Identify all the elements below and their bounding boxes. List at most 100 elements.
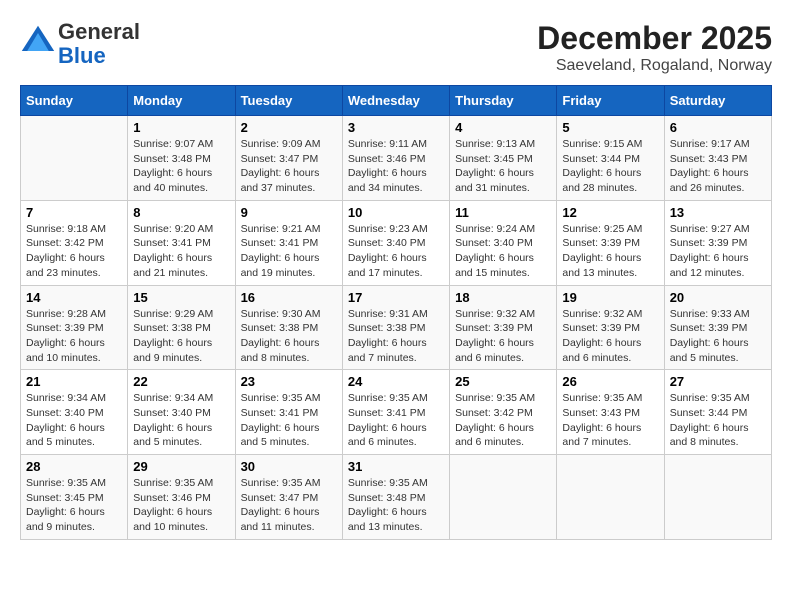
day-info: Sunrise: 9:29 AMSunset: 3:38 PMDaylight:… — [133, 307, 229, 366]
day-info: Sunrise: 9:33 AMSunset: 3:39 PMDaylight:… — [670, 307, 766, 366]
day-info: Sunrise: 9:18 AMSunset: 3:42 PMDaylight:… — [26, 222, 122, 281]
day-number: 15 — [133, 290, 229, 305]
calendar-cell: 10 Sunrise: 9:23 AMSunset: 3:40 PMDaylig… — [342, 200, 449, 285]
calendar-cell: 28 Sunrise: 9:35 AMSunset: 3:45 PMDaylig… — [21, 455, 128, 540]
logo-text-general: General — [58, 20, 140, 44]
calendar-cell: 6 Sunrise: 9:17 AMSunset: 3:43 PMDayligh… — [664, 116, 771, 201]
day-info: Sunrise: 9:34 AMSunset: 3:40 PMDaylight:… — [133, 391, 229, 450]
calendar-week-1: 1 Sunrise: 9:07 AMSunset: 3:48 PMDayligh… — [21, 116, 772, 201]
title-block: December 2025 Saeveland, Rogaland, Norwa… — [537, 20, 772, 75]
day-info: Sunrise: 9:09 AMSunset: 3:47 PMDaylight:… — [241, 137, 337, 196]
calendar-cell — [664, 455, 771, 540]
day-info: Sunrise: 9:07 AMSunset: 3:48 PMDaylight:… — [133, 137, 229, 196]
calendar-cell: 31 Sunrise: 9:35 AMSunset: 3:48 PMDaylig… — [342, 455, 449, 540]
day-number: 12 — [562, 205, 658, 220]
calendar-cell: 25 Sunrise: 9:35 AMSunset: 3:42 PMDaylig… — [450, 370, 557, 455]
day-number: 17 — [348, 290, 444, 305]
calendar-cell: 4 Sunrise: 9:13 AMSunset: 3:45 PMDayligh… — [450, 116, 557, 201]
calendar-cell: 20 Sunrise: 9:33 AMSunset: 3:39 PMDaylig… — [664, 285, 771, 370]
logo: General Blue — [20, 20, 140, 68]
calendar-cell: 5 Sunrise: 9:15 AMSunset: 3:44 PMDayligh… — [557, 116, 664, 201]
day-info: Sunrise: 9:15 AMSunset: 3:44 PMDaylight:… — [562, 137, 658, 196]
day-info: Sunrise: 9:30 AMSunset: 3:38 PMDaylight:… — [241, 307, 337, 366]
calendar-cell — [450, 455, 557, 540]
calendar-cell: 2 Sunrise: 9:09 AMSunset: 3:47 PMDayligh… — [235, 116, 342, 201]
calendar-cell — [21, 116, 128, 201]
day-number: 6 — [670, 120, 766, 135]
day-number: 31 — [348, 459, 444, 474]
weekday-header-saturday: Saturday — [664, 86, 771, 116]
day-number: 30 — [241, 459, 337, 474]
calendar-cell: 29 Sunrise: 9:35 AMSunset: 3:46 PMDaylig… — [128, 455, 235, 540]
day-number: 1 — [133, 120, 229, 135]
day-info: Sunrise: 9:32 AMSunset: 3:39 PMDaylight:… — [562, 307, 658, 366]
weekday-header-tuesday: Tuesday — [235, 86, 342, 116]
day-number: 28 — [26, 459, 122, 474]
calendar-cell: 7 Sunrise: 9:18 AMSunset: 3:42 PMDayligh… — [21, 200, 128, 285]
day-info: Sunrise: 9:21 AMSunset: 3:41 PMDaylight:… — [241, 222, 337, 281]
calendar-cell: 30 Sunrise: 9:35 AMSunset: 3:47 PMDaylig… — [235, 455, 342, 540]
day-info: Sunrise: 9:35 AMSunset: 3:42 PMDaylight:… — [455, 391, 551, 450]
day-number: 3 — [348, 120, 444, 135]
day-number: 23 — [241, 374, 337, 389]
day-number: 26 — [562, 374, 658, 389]
day-number: 10 — [348, 205, 444, 220]
day-number: 21 — [26, 374, 122, 389]
day-info: Sunrise: 9:17 AMSunset: 3:43 PMDaylight:… — [670, 137, 766, 196]
calendar-cell: 13 Sunrise: 9:27 AMSunset: 3:39 PMDaylig… — [664, 200, 771, 285]
day-info: Sunrise: 9:35 AMSunset: 3:48 PMDaylight:… — [348, 476, 444, 535]
day-number: 13 — [670, 205, 766, 220]
page-title: December 2025 — [537, 20, 772, 57]
weekday-header-row: SundayMondayTuesdayWednesdayThursdayFrid… — [21, 86, 772, 116]
day-info: Sunrise: 9:24 AMSunset: 3:40 PMDaylight:… — [455, 222, 551, 281]
weekday-header-monday: Monday — [128, 86, 235, 116]
calendar-cell: 15 Sunrise: 9:29 AMSunset: 3:38 PMDaylig… — [128, 285, 235, 370]
calendar-cell: 19 Sunrise: 9:32 AMSunset: 3:39 PMDaylig… — [557, 285, 664, 370]
logo-icon — [20, 24, 56, 60]
calendar-cell: 11 Sunrise: 9:24 AMSunset: 3:40 PMDaylig… — [450, 200, 557, 285]
day-number: 27 — [670, 374, 766, 389]
day-number: 8 — [133, 205, 229, 220]
day-number: 25 — [455, 374, 551, 389]
day-info: Sunrise: 9:34 AMSunset: 3:40 PMDaylight:… — [26, 391, 122, 450]
day-number: 16 — [241, 290, 337, 305]
day-info: Sunrise: 9:35 AMSunset: 3:41 PMDaylight:… — [241, 391, 337, 450]
calendar-cell: 16 Sunrise: 9:30 AMSunset: 3:38 PMDaylig… — [235, 285, 342, 370]
day-info: Sunrise: 9:32 AMSunset: 3:39 PMDaylight:… — [455, 307, 551, 366]
calendar-cell: 26 Sunrise: 9:35 AMSunset: 3:43 PMDaylig… — [557, 370, 664, 455]
weekday-header-thursday: Thursday — [450, 86, 557, 116]
day-info: Sunrise: 9:27 AMSunset: 3:39 PMDaylight:… — [670, 222, 766, 281]
day-info: Sunrise: 9:31 AMSunset: 3:38 PMDaylight:… — [348, 307, 444, 366]
calendar-cell: 9 Sunrise: 9:21 AMSunset: 3:41 PMDayligh… — [235, 200, 342, 285]
weekday-header-sunday: Sunday — [21, 86, 128, 116]
page-header: General Blue December 2025 Saeveland, Ro… — [20, 20, 772, 75]
day-number: 9 — [241, 205, 337, 220]
day-number: 2 — [241, 120, 337, 135]
weekday-header-friday: Friday — [557, 86, 664, 116]
calendar-cell: 23 Sunrise: 9:35 AMSunset: 3:41 PMDaylig… — [235, 370, 342, 455]
calendar-cell: 18 Sunrise: 9:32 AMSunset: 3:39 PMDaylig… — [450, 285, 557, 370]
day-info: Sunrise: 9:35 AMSunset: 3:43 PMDaylight:… — [562, 391, 658, 450]
day-info: Sunrise: 9:25 AMSunset: 3:39 PMDaylight:… — [562, 222, 658, 281]
weekday-header-wednesday: Wednesday — [342, 86, 449, 116]
day-number: 19 — [562, 290, 658, 305]
day-number: 29 — [133, 459, 229, 474]
calendar-cell: 24 Sunrise: 9:35 AMSunset: 3:41 PMDaylig… — [342, 370, 449, 455]
day-info: Sunrise: 9:35 AMSunset: 3:46 PMDaylight:… — [133, 476, 229, 535]
day-number: 5 — [562, 120, 658, 135]
day-info: Sunrise: 9:35 AMSunset: 3:47 PMDaylight:… — [241, 476, 337, 535]
calendar-cell: 1 Sunrise: 9:07 AMSunset: 3:48 PMDayligh… — [128, 116, 235, 201]
day-info: Sunrise: 9:11 AMSunset: 3:46 PMDaylight:… — [348, 137, 444, 196]
day-info: Sunrise: 9:28 AMSunset: 3:39 PMDaylight:… — [26, 307, 122, 366]
calendar-cell: 21 Sunrise: 9:34 AMSunset: 3:40 PMDaylig… — [21, 370, 128, 455]
calendar-table: SundayMondayTuesdayWednesdayThursdayFrid… — [20, 85, 772, 540]
logo-text-blue: Blue — [58, 44, 140, 68]
day-info: Sunrise: 9:20 AMSunset: 3:41 PMDaylight:… — [133, 222, 229, 281]
page-subtitle: Saeveland, Rogaland, Norway — [537, 57, 772, 75]
day-number: 18 — [455, 290, 551, 305]
calendar-cell: 8 Sunrise: 9:20 AMSunset: 3:41 PMDayligh… — [128, 200, 235, 285]
calendar-week-4: 21 Sunrise: 9:34 AMSunset: 3:40 PMDaylig… — [21, 370, 772, 455]
calendar-cell: 22 Sunrise: 9:34 AMSunset: 3:40 PMDaylig… — [128, 370, 235, 455]
day-number: 20 — [670, 290, 766, 305]
calendar-cell — [557, 455, 664, 540]
